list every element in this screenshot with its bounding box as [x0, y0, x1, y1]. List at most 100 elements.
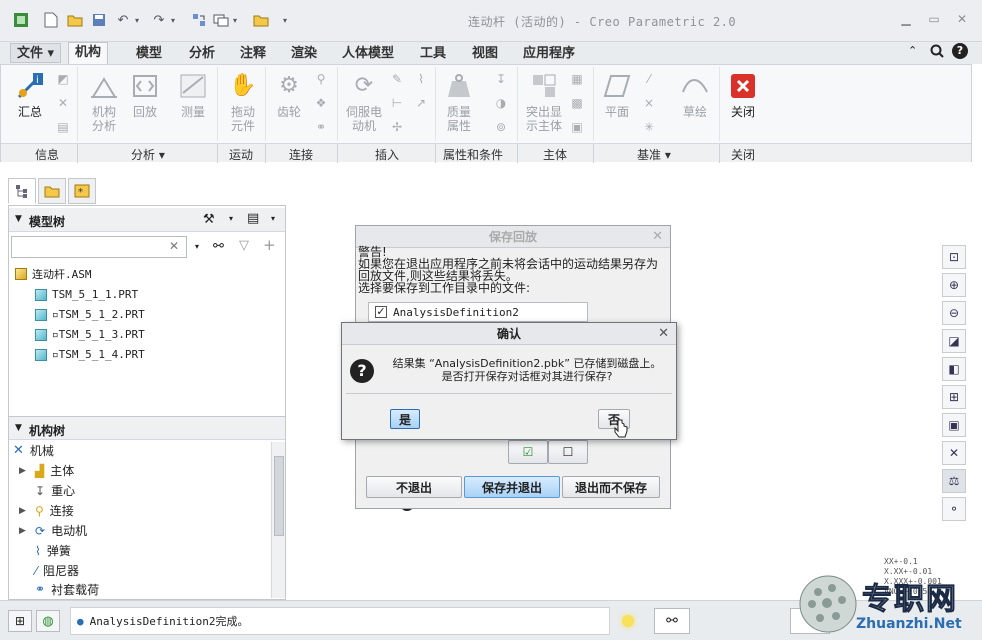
- body-define-small-icon[interactable]: ▦: [569, 71, 585, 87]
- help-icon[interactable]: ?: [952, 43, 968, 59]
- undo-dropdown-icon[interactable]: ▾: [132, 11, 142, 29]
- expand-arrow-icon[interactable]: ▶: [19, 506, 29, 516]
- tab-tools[interactable]: 工具: [414, 44, 452, 64]
- tree-item-assembly[interactable]: 连动杆.ASM: [15, 266, 92, 282]
- mass-props-small-icon[interactable]: ◩: [55, 71, 71, 87]
- redo-icon[interactable]: ↷: [150, 11, 168, 29]
- mech-tree-scrollbar[interactable]: [271, 442, 285, 598]
- tree-item-part-3[interactable]: ▫TSM_5_1_3.PRT: [35, 328, 145, 341]
- new-file-icon[interactable]: [42, 11, 60, 29]
- group-analysis[interactable]: 分析 ▾: [131, 146, 165, 163]
- highlight-bodies-button[interactable]: 突出显 示主体: [521, 71, 567, 133]
- toggle-browser-icon[interactable]: ◍: [36, 610, 60, 632]
- customize-qat-icon[interactable]: ▾: [280, 11, 290, 29]
- force-small-icon[interactable]: ↗: [413, 95, 429, 111]
- group-insert[interactable]: 插入: [375, 146, 399, 163]
- tab-applications[interactable]: 应用程序: [517, 44, 581, 64]
- tree-item-part-1[interactable]: TSM_5_1_1.PRT: [35, 288, 138, 301]
- group-motion[interactable]: 运动: [229, 146, 253, 163]
- collapse-ribbon-icon[interactable]: ⌃: [908, 44, 917, 57]
- spring-small-icon[interactable]: ⊢: [389, 95, 405, 111]
- mech-item-connections[interactable]: ▶ ⚲ 连接: [19, 502, 74, 519]
- tree-show-dropdown-icon[interactable]: ▾: [271, 214, 275, 223]
- sketch-button[interactable]: 草绘: [675, 71, 715, 119]
- mech-item-dampers[interactable]: ⁄ 阻尼器: [19, 562, 79, 579]
- damper-small-icon[interactable]: ✢: [389, 119, 405, 135]
- spring2-small-icon[interactable]: ⌇: [413, 71, 429, 87]
- search-dropdown-icon[interactable]: ▾: [195, 242, 199, 251]
- servo-motor-button[interactable]: ⟳ 伺服电 动机: [341, 71, 387, 134]
- tab-view[interactable]: 视图: [466, 44, 504, 64]
- belt-small-icon[interactable]: ⚭: [313, 119, 329, 135]
- saved-views-icon[interactable]: ⊞: [942, 385, 966, 409]
- close-window-button[interactable]: ✕: [954, 12, 970, 26]
- datum-display-icon[interactable]: ✕: [942, 441, 966, 465]
- display-style-icon[interactable]: ◧: [942, 357, 966, 381]
- exit-without-saving-button[interactable]: 退出而不保存: [562, 476, 660, 498]
- mech-item-gravity[interactable]: ↧ 重心: [19, 482, 75, 499]
- initial-condition-small-icon[interactable]: ◑: [493, 95, 509, 111]
- restore-button[interactable]: ▭: [926, 12, 942, 26]
- group-connections[interactable]: 连接: [289, 146, 313, 163]
- mech-item-mechanism[interactable]: ✕ 机械: [13, 442, 54, 459]
- zoom-out-icon[interactable]: ⊖: [942, 301, 966, 325]
- clear-search-icon[interactable]: ✕: [169, 239, 179, 253]
- body-reset-small-icon[interactable]: ▣: [569, 119, 585, 135]
- termination-small-icon[interactable]: ⊚: [493, 119, 509, 135]
- group-datum[interactable]: 基准 ▾: [637, 146, 671, 163]
- spin-center-icon[interactable]: ⚬: [942, 497, 966, 521]
- 3d-contact-small-icon[interactable]: ❖: [313, 95, 329, 111]
- group-close[interactable]: 关闭: [731, 146, 755, 163]
- tab-manikin[interactable]: 人体模型: [336, 44, 400, 64]
- filter-icon[interactable]: ▽: [239, 238, 249, 253]
- zoom-in-icon[interactable]: ⊕: [942, 273, 966, 297]
- tab-file[interactable]: 文件 ▾: [10, 43, 62, 63]
- favorites-tab[interactable]: *: [68, 178, 96, 204]
- mechanism-analysis-button[interactable]: 机构 分析: [83, 71, 125, 133]
- gravity-small-icon[interactable]: ↧: [493, 71, 509, 87]
- creo-app-icon[interactable]: [12, 11, 30, 29]
- search-icon[interactable]: [930, 44, 944, 61]
- dont-exit-button[interactable]: 不退出: [366, 476, 462, 498]
- tree-item-part-2[interactable]: ▫TSM_5_1_2.PRT: [35, 308, 145, 321]
- force-motor-small-icon[interactable]: ✎: [389, 71, 405, 87]
- gears-button[interactable]: ⚙ 齿轮: [269, 71, 309, 120]
- connections-small-icon[interactable]: ✕: [55, 95, 71, 111]
- measure-button[interactable]: 测量: [173, 71, 213, 119]
- tab-model[interactable]: 模型: [130, 44, 168, 64]
- group-properties-conditions[interactable]: 属性和条件: [443, 146, 503, 163]
- close-window-folder-icon[interactable]: [252, 11, 270, 29]
- open-folder-icon[interactable]: [66, 11, 84, 29]
- datum-axis-small-icon[interactable]: ⁄: [641, 71, 657, 87]
- refit-icon[interactable]: ⊡: [942, 245, 966, 269]
- mech-item-motors[interactable]: ▶ ⟳ 电动机: [19, 522, 87, 539]
- find-icon[interactable]: ⚯: [654, 608, 690, 634]
- close-icon[interactable]: ✕: [658, 326, 669, 341]
- playback-button[interactable]: 回放: [125, 71, 165, 119]
- tab-mechanism[interactable]: 机构: [68, 42, 109, 64]
- plane-button[interactable]: 平面: [597, 71, 637, 119]
- list-small-icon[interactable]: ▤: [55, 119, 71, 135]
- mech-item-bodies[interactable]: ▶ ▟ 主体: [19, 462, 74, 479]
- toggle-navigator-icon[interactable]: ⊞: [8, 610, 32, 632]
- group-bodies[interactable]: 主体: [543, 146, 567, 163]
- mech-item-springs[interactable]: ⌇ 弹簧: [19, 542, 71, 559]
- add-column-icon[interactable]: +: [263, 236, 276, 254]
- checkbox-checked-icon[interactable]: ✓: [375, 306, 387, 318]
- scrollbar-thumb[interactable]: [274, 456, 284, 536]
- repaint-icon[interactable]: ◪: [942, 329, 966, 353]
- view-manager-icon[interactable]: ▣: [942, 413, 966, 437]
- mech-item-bushing-loads[interactable]: ⚭ 衬套载荷: [19, 582, 99, 596]
- tab-analysis[interactable]: 分析: [183, 44, 221, 64]
- model-tree-header[interactable]: ▼ 模型树 ⚒ ▾ ▤ ▾: [9, 208, 285, 232]
- model-tree-tab[interactable]: [8, 178, 36, 204]
- close-icon[interactable]: ✕: [652, 229, 663, 244]
- model-tree-search-input[interactable]: [11, 236, 187, 258]
- minimize-button[interactable]: ▁: [898, 12, 914, 26]
- tree-show-icon[interactable]: ▤: [247, 211, 259, 226]
- save-icon[interactable]: [90, 11, 108, 29]
- coordinate-system-small-icon[interactable]: ✳: [641, 119, 657, 135]
- regenerate-icon[interactable]: [190, 11, 208, 29]
- redo-dropdown-icon[interactable]: ▾: [168, 11, 178, 29]
- tree-item-part-4[interactable]: ▫TSM_5_1_4.PRT: [35, 348, 145, 361]
